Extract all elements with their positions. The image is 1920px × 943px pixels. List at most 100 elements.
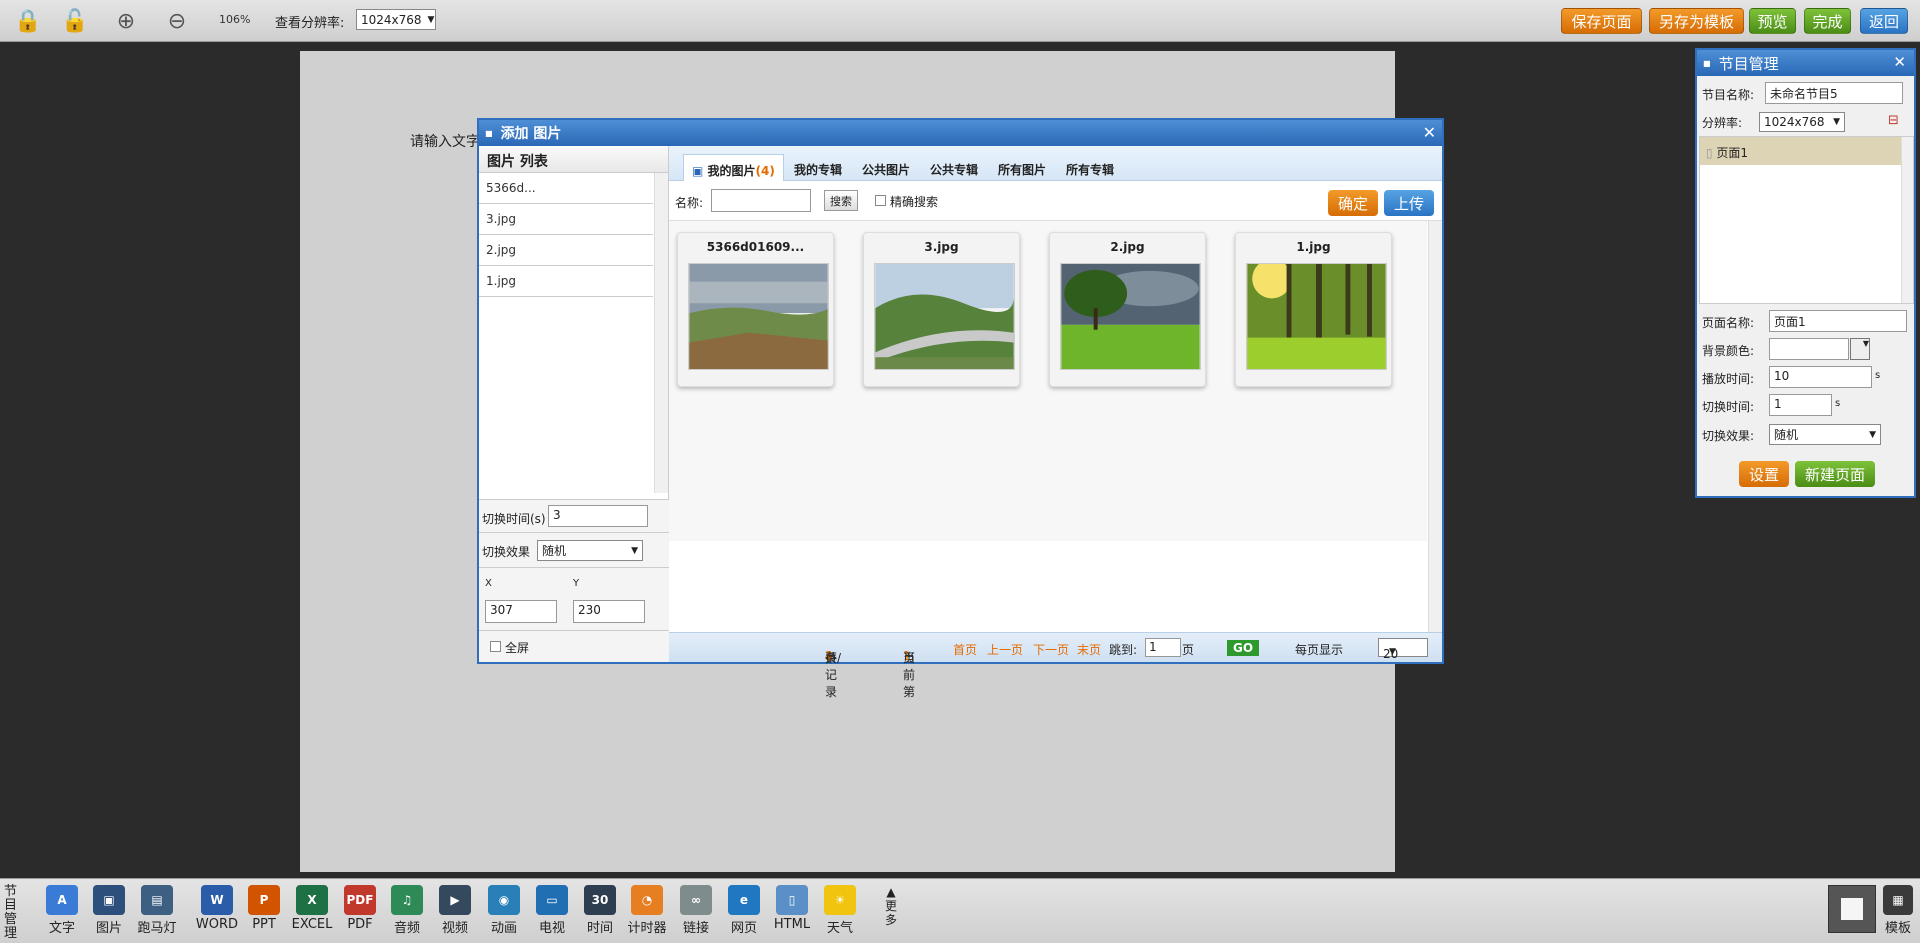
widget-label: 音频 — [393, 921, 420, 936]
search-button[interactable]: 搜索 — [824, 190, 858, 211]
widget-image-button[interactable]: ▣ 图片 — [85, 885, 133, 936]
fullscreen-checkbox[interactable] — [490, 641, 501, 652]
page-icon: ▯ — [1706, 146, 1717, 160]
close-icon[interactable]: ✕ — [1893, 53, 1906, 71]
switch-time-input[interactable]: 3 — [548, 505, 648, 527]
widget-web-button[interactable]: e 网页 — [720, 885, 768, 936]
widget-word-button[interactable]: W WORD — [193, 885, 241, 932]
per-page-select[interactable]: 20 ▼ — [1378, 638, 1428, 661]
widget-audio-button[interactable]: ♫ 音频 — [383, 885, 431, 936]
calendar-icon: 30 — [584, 885, 616, 915]
back-button[interactable]: 返回 — [1860, 8, 1908, 34]
settings-button[interactable]: 设置 — [1739, 461, 1789, 487]
page-list-scrollbar[interactable] — [1901, 137, 1913, 303]
tab-my-albums[interactable]: 我的专辑 — [786, 154, 850, 181]
image-card[interactable]: 1.jpg — [1235, 232, 1392, 387]
program-resolution-select[interactable]: 1024x768 ▼ — [1759, 112, 1845, 132]
switch-effect-select[interactable]: 随机 ▼ — [537, 540, 643, 561]
image-card[interactable]: 5366d01609... — [677, 232, 834, 387]
grid-scrollbar[interactable] — [1428, 221, 1442, 632]
tab-public-albums[interactable]: 公共专辑 — [922, 154, 986, 181]
widget-label: EXCEL — [291, 917, 333, 932]
widget-ppt-button[interactable]: P PPT — [240, 885, 288, 932]
widget-html-button[interactable]: ▯ HTML — [768, 885, 816, 932]
image-thumbnail — [1246, 263, 1387, 370]
canvas-toggle-button[interactable] — [1828, 885, 1876, 933]
image-card[interactable]: 3.jpg — [863, 232, 1020, 387]
save-as-template-button[interactable]: 另存为模板 — [1649, 8, 1744, 34]
page-list-item[interactable]: ▯ 页面1 — [1700, 137, 1913, 165]
list-item[interactable]: 3.jpg — [479, 204, 653, 235]
template-icon: ▦ — [1883, 885, 1913, 915]
first-page-link[interactable]: 首页 — [953, 641, 977, 658]
unlock-icon[interactable]: 🔓 — [60, 6, 90, 36]
y-input[interactable]: 230 — [573, 600, 645, 623]
widget-label: 视频 — [441, 921, 468, 936]
widget-pdf-button[interactable]: PDF PDF — [336, 885, 384, 932]
resolution-select[interactable]: 1024x768 ▼ — [356, 9, 436, 30]
bg-color-input[interactable] — [1769, 338, 1849, 360]
canvas-text-element[interactable]: 请输入文字 — [410, 131, 480, 151]
program-management-panel: ■ 节目管理 ✕ 节目名称: 未命名节目5 分辨率: 1024x768 ▼ ⊟ ▯ 页… — [1695, 48, 1916, 498]
image-thumbnail — [874, 263, 1015, 370]
widget-label: 时间 — [586, 921, 613, 936]
widget-animation-button[interactable]: ◉ 动画 — [480, 885, 528, 936]
tab-all-albums[interactable]: 所有专辑 — [1058, 154, 1122, 181]
exact-search-checkbox[interactable] — [875, 195, 886, 206]
list-item[interactable]: 5366d... — [479, 173, 653, 204]
save-page-button[interactable]: 保存页面 — [1561, 8, 1642, 34]
preview-button[interactable]: 预览 — [1749, 8, 1796, 34]
lock-icon[interactable]: 🔒 — [13, 6, 43, 36]
new-page-button[interactable]: 新建页面 — [1795, 461, 1875, 487]
image-thumbnail — [1060, 263, 1201, 370]
bottom-toolbar: 节目管理 A 文字 ▣ 图片 ▤ 跑马灯 W WORD P PPT X EXCEL PDF PDF ♫ 音频 ▶… — [0, 878, 1920, 943]
upload-button[interactable]: 上传 — [1384, 190, 1434, 216]
switch-time-input[interactable]: 1 — [1769, 394, 1832, 416]
template-button[interactable]: ▦ 模板 — [1880, 885, 1916, 936]
jump-input[interactable]: 1 — [1145, 638, 1181, 657]
last-page-link[interactable]: 末页 — [1077, 641, 1101, 658]
zoom-out-icon[interactable]: ⊖ — [162, 6, 192, 36]
program-manage-tab[interactable]: 节目管理 — [4, 885, 20, 941]
search-input[interactable] — [711, 189, 811, 212]
square-icon — [1841, 898, 1863, 920]
widget-text-button[interactable]: A 文字 — [38, 885, 86, 936]
tab-public-images[interactable]: 公共图片 — [854, 154, 918, 181]
switch-effect-select[interactable]: 随机 ▼ — [1769, 424, 1881, 445]
chevron-down-icon: ▼ — [427, 14, 435, 25]
widget-marquee-button[interactable]: ▤ 跑马灯 — [133, 885, 181, 936]
marquee-icon: ▤ — [141, 885, 173, 915]
more-button[interactable]: ▲ 更多 — [881, 885, 901, 927]
top-toolbar: 🔒 🔓 ⊕ ⊖ 106% 查看分辨率: 1024x768 ▼ 保存页面 另存为模板… — [0, 0, 1920, 42]
screen-settings-icon[interactable]: ⊟ — [1888, 113, 1904, 129]
fullscreen-row: 全屏 — [479, 630, 669, 662]
user-icon: ▣ — [692, 164, 708, 178]
video-icon: ▶ — [439, 885, 471, 915]
color-picker-button[interactable]: ▼ — [1850, 338, 1870, 360]
tab-my-images[interactable]: ▣ 我的图片(4) — [683, 154, 784, 181]
next-page-link[interactable]: 下一页 — [1033, 641, 1069, 658]
zoom-in-icon[interactable]: ⊕ — [111, 6, 141, 36]
go-button[interactable]: GO — [1227, 640, 1259, 656]
program-name-input[interactable]: 未命名节目5 — [1765, 82, 1903, 104]
x-input[interactable]: 307 — [485, 600, 557, 623]
prev-page-link[interactable]: 上一页 — [987, 641, 1023, 658]
widget-timer-button[interactable]: ◔ 计时器 — [623, 885, 671, 936]
widget-video-button[interactable]: ▶ 视频 — [431, 885, 479, 936]
page-name-input[interactable]: 页面1 — [1769, 310, 1907, 332]
image-card[interactable]: 2.jpg — [1049, 232, 1206, 387]
widget-link-button[interactable]: ∞ 链接 — [672, 885, 720, 936]
close-icon[interactable]: ✕ — [1423, 123, 1436, 142]
list-scrollbar[interactable] — [654, 173, 668, 493]
confirm-button[interactable]: 确定 — [1328, 190, 1378, 216]
list-item[interactable]: 2.jpg — [479, 235, 653, 266]
widget-tv-button[interactable]: ▭ 电视 — [528, 885, 576, 936]
finish-button[interactable]: 完成 — [1804, 8, 1851, 34]
widget-label: 动画 — [490, 921, 517, 936]
widget-excel-button[interactable]: X EXCEL — [288, 885, 336, 932]
widget-weather-button[interactable]: ☀ 天气 — [816, 885, 864, 936]
list-item[interactable]: 1.jpg — [479, 266, 653, 297]
widget-calendar-button[interactable]: 30 时间 — [576, 885, 624, 936]
play-time-input[interactable]: 10 — [1769, 366, 1872, 388]
tab-all-images[interactable]: 所有图片 — [990, 154, 1054, 181]
